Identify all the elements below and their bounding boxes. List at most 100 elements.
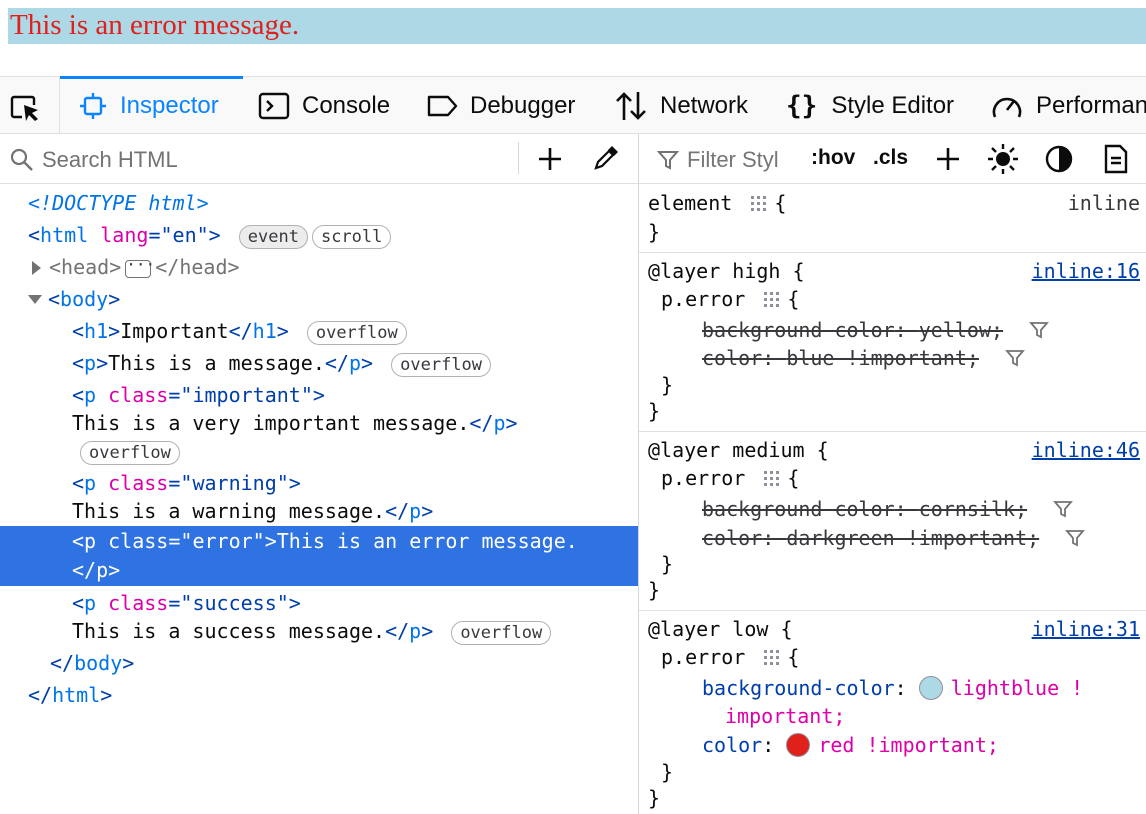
layer-high-decl-color[interactable]: color: blue !important; [702,344,1025,373]
tree-node-p-important-text[interactable]: This is a very important message.</p> [0,408,710,438]
tab-performance[interactable]: Performan [990,77,1146,134]
color-swatch[interactable] [918,676,943,700]
overflow-badge[interactable]: overflow [451,620,552,645]
element-rule-selector: element { [648,191,787,215]
layer-low-decl-color[interactable]: color: red !important; [702,731,999,760]
search-separator [518,142,519,174]
tab-debugger-label: Debugger [470,91,576,119]
tab-performance-label: Performan [1036,91,1146,119]
filter-styles-input[interactable] [685,145,797,175]
selector-text: p.error [661,287,746,311]
tree-node-html[interactable]: <html lang="en"> event scroll [0,220,666,250]
debugger-icon [427,95,458,116]
color-swatch[interactable] [786,733,811,757]
tree-node-body[interactable]: <body> [0,284,666,314]
filter-icon [657,151,679,170]
tab-style-editor-label: Style Editor [831,91,955,119]
tab-console[interactable]: Console [258,77,390,134]
decl-prop: color [702,526,763,550]
layer-medium-source-link[interactable]: inline:46 [1032,436,1140,465]
grid-highlighter-icon[interactable] [750,195,768,213]
add-node-icon[interactable] [537,146,563,172]
tree-node-p-success-text[interactable]: This is a success message.</p> overflow [0,616,710,646]
element-picker-button[interactable] [8,91,42,123]
overridden-filter-icon[interactable] [1065,528,1086,548]
overridden-filter-icon[interactable] [1053,499,1074,519]
class-value: error [192,529,253,553]
page-error-message: This is an error message. [8,8,1146,44]
tree-node-p-important[interactable]: <p class="important"> [0,380,710,410]
success-text: This is a success message. [72,619,386,643]
braces-icon: {} [786,90,818,121]
layer-close-brace: } [648,399,661,423]
h1-text: Important [120,319,229,343]
search-html-input[interactable] [40,144,514,176]
decl-prop: color [702,346,763,370]
layer-medium-header: @layer medium { [648,438,829,462]
ellipsis-icon[interactable]: ··· [125,256,155,278]
tab-inspector-label: Inspector [120,91,219,119]
dark-theme-icon[interactable] [1045,145,1073,173]
tree-node-p[interactable]: <p>This is a message.</p> overflow [0,348,710,378]
tree-node-head[interactable]: <head> ···</head> [0,252,670,282]
tree-node-p-error-selected[interactable]: <p class="error">This is an error messag… [0,526,638,586]
scroll-badge[interactable]: scroll [311,224,392,249]
rules-panel: :hov .cls element { inline } @laye [639,134,1146,814]
tab-style-editor[interactable]: {} Style Editor [786,77,954,134]
eyedropper-icon[interactable] [592,144,620,172]
overflow-badge[interactable]: overflow [306,320,407,345]
overflow-badge[interactable]: overflow [391,352,492,377]
tree-node-p-success[interactable]: <p class="success"> [0,588,710,618]
layer-low-header: @layer low { [648,617,793,641]
console-icon [258,92,290,119]
rule-separator [639,610,1146,611]
hov-toggle[interactable]: :hov [811,146,855,170]
light-theme-icon[interactable] [987,143,1019,175]
overridden-filter-icon[interactable] [1005,348,1025,368]
html-lang-value: en [172,223,197,247]
tree-node-p-warning[interactable]: <p class="warning"> [0,468,710,498]
inspector-icon [80,92,106,119]
collapse-arrow-icon[interactable] [28,295,42,304]
layer-low-decl-bg-cont: important; [725,702,845,731]
layer-medium-decl-color[interactable]: color: darkgreen !important; [702,524,1086,553]
decl-value: blue !important; [786,346,979,370]
tab-network[interactable]: Network [614,77,748,134]
add-rule-icon[interactable] [935,146,961,172]
p-text: This is a message. [108,351,325,375]
decl-value: yellow; [918,318,1004,342]
important-text: This is a very important message. [72,411,470,435]
element-rule-source[interactable]: inline [1068,189,1140,218]
grid-highlighter-icon[interactable] [763,649,781,667]
layer-medium-decl-bg[interactable]: background-color: cornsilk; [702,495,1074,524]
grid-highlighter-icon[interactable] [763,470,781,488]
tree-node-doctype[interactable]: <!DOCTYPE html> [0,188,666,218]
tree-node-p-warning-text[interactable]: This is a warning message.</p> [0,496,710,526]
tree-node-body-close[interactable]: </body> [0,648,688,678]
tab-debugger[interactable]: Debugger [426,77,575,134]
event-badge[interactable]: event [238,224,308,249]
layer-low-decl-bg[interactable]: background-color: lightblue ! [702,674,1083,703]
rule-close-brace: } [661,373,674,397]
layer-high-selector: p.error { [661,287,800,311]
overridden-filter-icon[interactable] [1029,320,1050,340]
layer-close-brace: } [648,786,661,810]
warning-text: This is a warning message. [72,499,386,523]
element-picker-icon [10,95,38,121]
rules-toolbar: :hov .cls [639,134,1146,184]
layer-low-source-link[interactable]: inline:31 [1032,615,1140,644]
tree-node-html-close[interactable]: </html> [0,680,666,710]
grid-highlighter-icon[interactable] [763,291,781,309]
class-value: important [192,383,301,407]
layer-high-source-link[interactable]: inline:16 [1032,257,1140,286]
tab-inspector[interactable]: Inspector [60,76,243,134]
cls-toggle[interactable]: .cls [873,146,908,170]
overflow-badge[interactable]: overflow [80,440,180,465]
tree-node-h1[interactable]: <h1>Important</h1> overflow [0,316,710,346]
print-media-icon[interactable] [1103,144,1129,174]
layer-high-decl-bg[interactable]: background-color: yellow; [702,316,1050,345]
decl-prop: background-color [702,497,895,521]
doctype-text: <!DOCTYPE html> [28,191,209,215]
rule-separator [639,431,1146,432]
expand-arrow-icon[interactable] [32,261,41,275]
